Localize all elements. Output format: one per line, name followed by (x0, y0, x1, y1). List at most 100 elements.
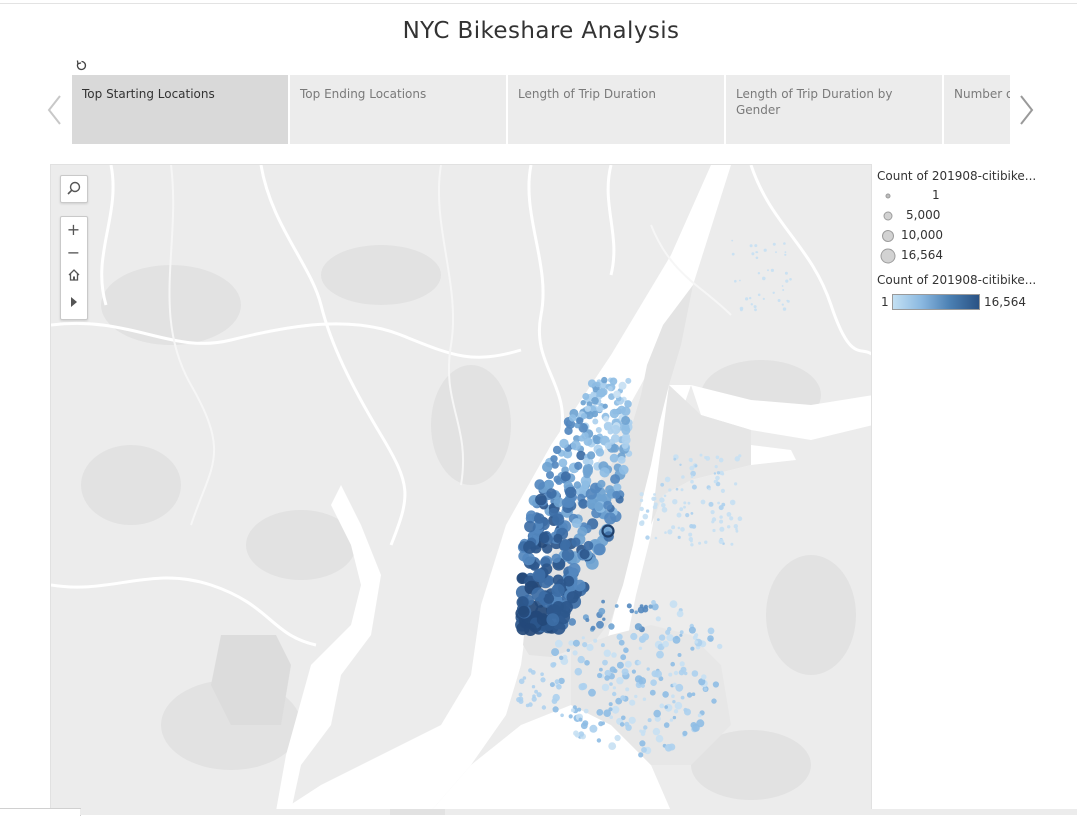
station-point[interactable] (610, 474, 621, 485)
station-point[interactable] (579, 549, 590, 560)
station-point[interactable] (688, 537, 693, 542)
station-point[interactable] (719, 515, 723, 519)
station-point[interactable] (517, 605, 530, 618)
station-point[interactable] (787, 300, 790, 303)
station-point[interactable] (685, 513, 690, 518)
station-point[interactable] (551, 648, 560, 657)
station-point[interactable] (715, 455, 720, 460)
station-point[interactable] (602, 617, 606, 621)
station-point[interactable] (595, 448, 605, 457)
station-point[interactable] (620, 654, 627, 661)
station-point[interactable] (688, 626, 696, 634)
station-point[interactable] (672, 700, 676, 704)
station-point[interactable] (603, 709, 611, 717)
station-point[interactable] (690, 543, 694, 547)
station-point[interactable] (640, 683, 646, 688)
station-point[interactable] (672, 715, 677, 720)
station-point[interactable] (653, 496, 657, 501)
station-point[interactable] (652, 727, 661, 736)
station-point[interactable] (607, 386, 613, 392)
station-point[interactable] (586, 643, 594, 652)
station-point[interactable] (603, 416, 609, 422)
station-point[interactable] (582, 393, 590, 400)
station-point[interactable] (577, 655, 585, 664)
station-point[interactable] (609, 453, 619, 463)
station-point[interactable] (711, 517, 717, 522)
station-point[interactable] (591, 397, 599, 405)
station-point[interactable] (574, 461, 583, 470)
station-point[interactable] (784, 251, 787, 253)
station-point[interactable] (624, 400, 632, 408)
station-point[interactable] (590, 625, 596, 631)
station-point[interactable] (737, 516, 743, 521)
station-point[interactable] (703, 687, 708, 692)
station-point[interactable] (580, 400, 586, 406)
station-point[interactable] (631, 669, 637, 674)
station-point[interactable] (679, 633, 683, 637)
station-point[interactable] (782, 307, 787, 311)
chevron-left-icon[interactable] (45, 93, 63, 127)
station-point[interactable] (717, 501, 720, 505)
station-point[interactable] (659, 497, 665, 503)
station-point[interactable] (602, 403, 608, 409)
station-point[interactable] (573, 481, 582, 489)
station-point[interactable] (568, 563, 581, 576)
station-point[interactable] (645, 535, 650, 540)
station-point[interactable] (560, 471, 571, 482)
chevron-right-icon[interactable] (1018, 93, 1036, 127)
station-point[interactable] (604, 442, 612, 450)
station-point[interactable] (530, 670, 536, 675)
station-point[interactable] (578, 717, 583, 722)
station-point[interactable] (694, 640, 698, 644)
station-point[interactable] (559, 438, 569, 449)
station-point[interactable] (775, 251, 777, 254)
station-point[interactable] (670, 661, 675, 667)
station-point[interactable] (552, 513, 565, 526)
station-point[interactable] (639, 506, 644, 512)
station-point[interactable] (667, 529, 673, 535)
station-point[interactable] (611, 705, 620, 714)
station-point[interactable] (692, 724, 700, 732)
station-point[interactable] (673, 709, 679, 714)
station-point[interactable] (621, 406, 631, 416)
station-point[interactable] (682, 730, 688, 737)
station-point[interactable] (634, 610, 638, 615)
station-point[interactable] (730, 542, 734, 546)
station-point[interactable] (704, 540, 708, 544)
station-point[interactable] (585, 618, 590, 622)
station-point[interactable] (782, 289, 785, 291)
station-point[interactable] (701, 674, 707, 680)
station-point[interactable] (783, 242, 786, 245)
station-point[interactable] (676, 512, 682, 518)
station-point[interactable] (558, 458, 568, 468)
station-point[interactable] (528, 702, 533, 707)
station-point[interactable] (669, 718, 674, 722)
station-point[interactable] (772, 291, 775, 294)
station-point[interactable] (570, 440, 581, 451)
station-point[interactable] (552, 706, 559, 713)
station-point[interactable] (680, 527, 685, 532)
station-point[interactable] (694, 464, 698, 468)
station-point[interactable] (618, 639, 625, 646)
station-point[interactable] (688, 457, 693, 462)
station-point[interactable] (625, 377, 632, 384)
station-point[interactable] (672, 636, 681, 644)
station-point[interactable] (749, 296, 752, 300)
station-point[interactable] (745, 297, 749, 301)
station-point[interactable] (540, 672, 544, 676)
story-point-trip-duration-gender[interactable]: Length of Trip Duration by Gender (726, 75, 942, 144)
station-point[interactable] (577, 707, 582, 712)
station-point[interactable] (750, 303, 753, 306)
station-point[interactable] (577, 526, 588, 537)
station-point[interactable] (535, 493, 547, 506)
station-point[interactable] (669, 600, 678, 608)
station-point[interactable] (596, 738, 602, 743)
station-point[interactable] (594, 381, 601, 388)
station-point[interactable] (613, 668, 618, 674)
station-point[interactable] (625, 724, 632, 731)
station-point[interactable] (554, 679, 560, 685)
station-point[interactable] (690, 475, 694, 479)
station-point[interactable] (518, 699, 524, 704)
station-point[interactable] (680, 695, 685, 700)
station-point[interactable] (628, 716, 636, 724)
